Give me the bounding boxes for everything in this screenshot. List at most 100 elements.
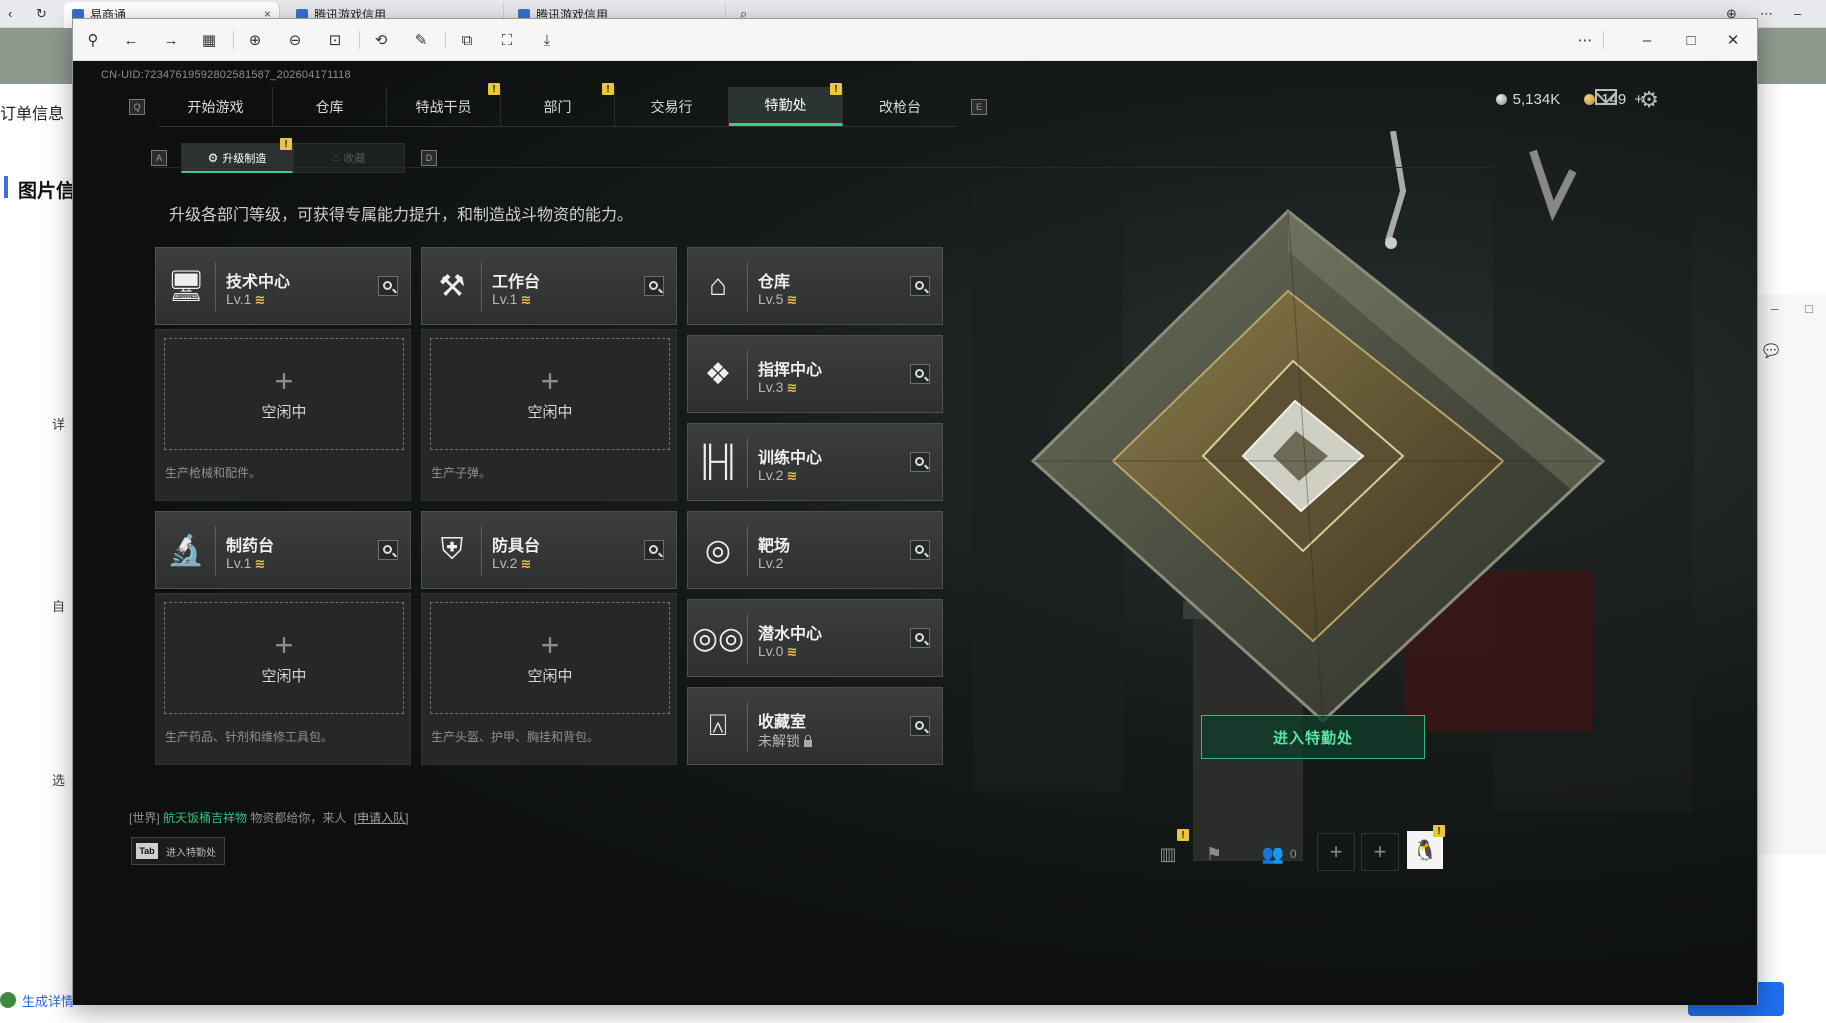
search-icon[interactable] — [910, 628, 930, 648]
window-minimize-icon[interactable]: – — [1635, 28, 1659, 52]
bg-label: 详 — [52, 417, 66, 432]
armor-craft-panel: + 空闲中 生产头盔、护甲、胸挂和背包。 — [421, 593, 677, 765]
minimize-icon[interactable]: – — [1771, 301, 1778, 316]
tab-collection[interactable]: ⌂ 收藏 — [293, 143, 405, 173]
tab-trading[interactable]: 交易行 — [615, 87, 729, 126]
upgrade-available-icon: ≋ — [520, 556, 532, 571]
craft-slot-empty[interactable]: + 空闲中 — [164, 602, 404, 714]
slot-description: 生产枪械和配件。 — [165, 466, 262, 480]
search-icon[interactable] — [378, 540, 398, 560]
search-icon[interactable] — [910, 364, 930, 384]
rotate-icon[interactable]: ⟲ — [369, 28, 393, 52]
zoom-out-icon[interactable]: ⊖ — [283, 28, 307, 52]
upgrade-available-icon: ≋ — [520, 292, 532, 307]
subnav-prev-key-a[interactable]: A — [151, 150, 167, 166]
tab-gunsmith[interactable]: 改枪台 — [843, 87, 957, 126]
craft-slot-empty[interactable]: + 空闲中 — [164, 338, 404, 450]
lock-icon — [804, 735, 812, 747]
join-team-link[interactable]: [申请入队] — [354, 811, 409, 825]
upgrade-available-icon: ≋ — [254, 556, 266, 571]
app-logo-icon — [0, 992, 16, 1008]
slot-description: 生产药品、针剂和维修工具包。 — [165, 730, 334, 744]
module-tech-center[interactable]: 🖥 技术中心 Lv.1 ≋ — [155, 247, 411, 325]
upgrade-available-icon: ≋ — [786, 644, 798, 659]
search-icon[interactable] — [910, 540, 930, 560]
subnav-next-key-d[interactable]: D — [421, 150, 437, 166]
chat-bubble-icon[interactable]: 💬 — [1763, 343, 1779, 359]
stats-chart-icon[interactable]: ▥ — [1151, 839, 1185, 869]
friends-button[interactable]: 👥 0 — [1249, 839, 1309, 869]
module-pharmacy[interactable]: 🔬 制药台 Lv.1 ≋ — [155, 511, 411, 589]
chat-player-name[interactable]: 航天饭桶吉祥物 — [163, 811, 247, 825]
download-icon[interactable]: ⤓ — [535, 28, 559, 52]
module-training-center[interactable]: ╟╢ 训练中心 Lv.2 ≋ — [687, 423, 943, 501]
forward-arrow-icon[interactable]: → — [159, 28, 183, 52]
back-icon[interactable]: ‹ — [8, 6, 12, 21]
nav-prev-key-q[interactable]: Q — [129, 99, 145, 115]
image-info-title: 图片信 — [18, 181, 76, 202]
upgrade-available-icon: ≋ — [786, 380, 798, 395]
window-maximize-icon[interactable]: □ — [1679, 28, 1703, 52]
mail-icon[interactable] — [1595, 89, 1617, 105]
actual-size-icon[interactable]: ⊡ — [323, 28, 347, 52]
module-diving-center[interactable]: ◎◎ 潜水中心 Lv.0 ≋ — [687, 599, 943, 677]
section-accent-bar — [4, 176, 8, 198]
copy-icon[interactable]: ⧉ — [455, 28, 479, 52]
more-icon[interactable]: ⋯ — [1760, 6, 1773, 22]
enter-special-ops-button[interactable]: 进入特勤处 — [1201, 715, 1425, 759]
module-armor-bench[interactable]: ⛨ 防具台 Lv.2 ≋ — [421, 511, 677, 589]
pin-icon[interactable]: ⚲ — [81, 28, 105, 52]
uid-label: CN-UID:7234761959280258158​7_20260417111… — [101, 69, 351, 81]
search-icon[interactable] — [378, 276, 398, 296]
craft-slot-empty[interactable]: + 空闲中 — [430, 602, 670, 714]
zoom-in-icon[interactable]: ⊕ — [243, 28, 267, 52]
sub-nav: A ⚙ 升级制造 ! ⌂ 收藏 D — [151, 138, 437, 173]
warning-badge: ! — [830, 83, 842, 95]
add-teammate-button[interactable]: + — [1361, 833, 1399, 871]
warning-badge: ! — [602, 83, 614, 95]
warning-badge: ! — [280, 138, 292, 150]
add-teammate-button[interactable]: + — [1317, 833, 1355, 871]
module-warehouse[interactable]: ⌂ 仓库 Lv.5 ≋ — [687, 247, 943, 325]
back-arrow-icon[interactable]: ← — [119, 28, 143, 52]
crop-icon[interactable]: ⛶ — [495, 28, 519, 52]
search-icon[interactable] — [910, 716, 930, 736]
search-icon[interactable] — [910, 452, 930, 472]
craft-slot-empty[interactable]: + 空闲中 — [430, 338, 670, 450]
warning-badge: ! — [488, 83, 500, 95]
command-diamond-icon: ❖ — [704, 357, 732, 391]
edit-icon[interactable]: ✎ — [409, 28, 433, 52]
workbench-craft-panel: + 空闲中 生产子弹。 — [421, 329, 677, 501]
add-icon: + — [540, 626, 560, 663]
refresh-icon[interactable]: ↻ — [36, 6, 47, 22]
nav-next-key-e[interactable]: E — [971, 99, 987, 115]
settings-gear-icon[interactable]: ⚙ — [1639, 87, 1659, 113]
tab-department[interactable]: 部门! — [501, 83, 615, 126]
module-shooting-range[interactable]: ◎ 靶场 Lv.2 — [687, 511, 943, 589]
dumbbell-icon: ╟╢ — [696, 445, 740, 478]
search-icon[interactable] — [644, 540, 664, 560]
warning-badge: ! — [1433, 825, 1445, 837]
tab-start-game[interactable]: 开始游戏 — [159, 87, 273, 126]
more-options-icon[interactable]: ⋯ — [1573, 28, 1597, 52]
bg-label: 自 — [52, 599, 66, 614]
tab-operators[interactable]: 特战干员! — [387, 83, 501, 126]
module-collection-room[interactable]: ⍓ 收藏室 未解锁 — [687, 687, 943, 765]
window-close-icon[interactable]: ✕ — [1721, 28, 1745, 52]
tab-upgrade-craft[interactable]: ⚙ 升级制造 ! — [181, 138, 293, 173]
module-workbench[interactable]: ⚒ 工作台 Lv.1 ≋ — [421, 247, 677, 325]
minimize-icon[interactable]: – — [1794, 6, 1801, 21]
flag-icon[interactable]: ⚑ — [1197, 839, 1231, 869]
armor-parts-icon: ⛨ — [440, 533, 464, 566]
tab-warehouse[interactable]: 仓库 — [273, 87, 387, 126]
search-icon[interactable] — [644, 276, 664, 296]
pharmacy-craft-panel: + 空闲中 生产药品、针剂和维修工具包。 — [155, 593, 411, 765]
display-case-icon: ⍓ — [709, 709, 727, 742]
module-command-center[interactable]: ❖ 指挥中心 Lv.3 ≋ — [687, 335, 943, 413]
search-icon[interactable] — [910, 276, 930, 296]
tab-key-hint[interactable]: Tab 进入特勤处 — [131, 837, 225, 865]
tab-special-ops[interactable]: 特勤处! — [729, 83, 843, 126]
grid-view-icon[interactable]: ▦ — [197, 28, 221, 52]
maximize-icon[interactable]: □ — [1805, 301, 1813, 316]
viewer-toolbar: ⚲ ← → ▦ ⊕ ⊖ ⊡ ⟲ ✎ ⧉ ⛶ ⤓ ⋯ – □ ✕ — [73, 19, 1757, 61]
